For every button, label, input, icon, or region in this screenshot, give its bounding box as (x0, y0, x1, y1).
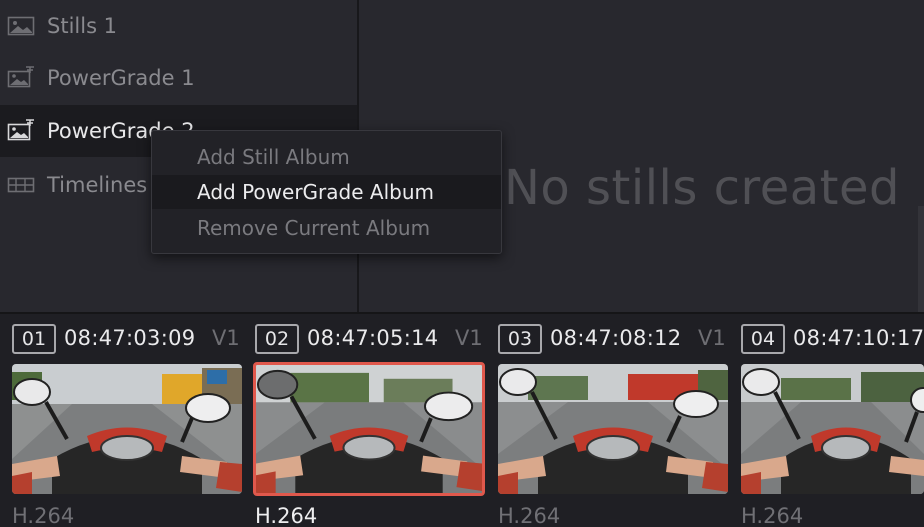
album-item-stills-1[interactable]: Stills 1 (0, 0, 357, 52)
clip-track: V1 (212, 326, 240, 350)
clip-track: V1 (698, 326, 726, 350)
clip-item[interactable]: 03 08:47:08:12 V1 H.264 (486, 314, 728, 527)
clip-number: 03 (498, 324, 542, 354)
clip-codec: H.264 (741, 504, 804, 527)
album-label: Stills 1 (47, 14, 118, 38)
clip-header: 04 08:47:10:17 V1 (729, 324, 924, 356)
clip-item[interactable]: 04 08:47:10:17 V1 (729, 314, 924, 527)
empty-stills-message: No stills created (504, 160, 900, 216)
powergrade-album-icon (7, 66, 35, 90)
clip-thumbnail[interactable] (498, 364, 728, 494)
clip-item[interactable]: 01 08:47:03:09 V1 H.264 (0, 314, 242, 527)
clip-thumbnail[interactable] (741, 364, 924, 494)
clip-number: 04 (741, 324, 785, 354)
timelines-icon (7, 173, 35, 197)
menu-item-add-powergrade-album[interactable]: Add PowerGrade Album (152, 175, 501, 209)
clip-header: 02 08:47:05:14 V1 (243, 324, 483, 356)
powergrade-album-icon (7, 119, 35, 143)
clip-track: V1 (455, 326, 483, 350)
album-label: Timelines (47, 173, 148, 197)
clip-timecode: 08:47:10:17 (793, 326, 924, 350)
clip-item[interactable]: 02 08:47:05:14 V1 H.264 (243, 314, 485, 527)
clip-timecode: 08:47:03:09 (64, 326, 196, 350)
clip-header: 01 08:47:03:09 V1 (0, 324, 240, 356)
viewer-scrollbar[interactable] (918, 206, 924, 312)
clip-number: 01 (12, 324, 56, 354)
menu-item-add-still-album[interactable]: Add Still Album (152, 140, 501, 174)
album-item-powergrade-1[interactable]: PowerGrade 1 (0, 52, 357, 104)
clip-timecode: 08:47:08:12 (550, 326, 682, 350)
clip-codec: H.264 (255, 504, 318, 527)
clip-number: 02 (255, 324, 299, 354)
stills-album-icon (7, 14, 35, 38)
clip-thumbnail[interactable] (253, 362, 485, 496)
clip-codec: H.264 (12, 504, 75, 527)
clip-timecode: 08:47:05:14 (307, 326, 439, 350)
clips-strip: 01 08:47:03:09 V1 H.264 02 08:47:05:14 V… (0, 314, 924, 527)
album-label: PowerGrade 1 (47, 66, 195, 90)
clip-codec: H.264 (498, 504, 561, 527)
clip-header: 03 08:47:08:12 V1 (486, 324, 726, 356)
menu-item-remove-current-album[interactable]: Remove Current Album (152, 211, 501, 245)
album-context-menu: Add Still Album Add PowerGrade Album Rem… (151, 130, 502, 254)
gallery-page: Stills 1 PowerGrade 1 PowerGrade 2 Timel… (0, 0, 924, 527)
clip-thumbnail[interactable] (12, 364, 242, 494)
